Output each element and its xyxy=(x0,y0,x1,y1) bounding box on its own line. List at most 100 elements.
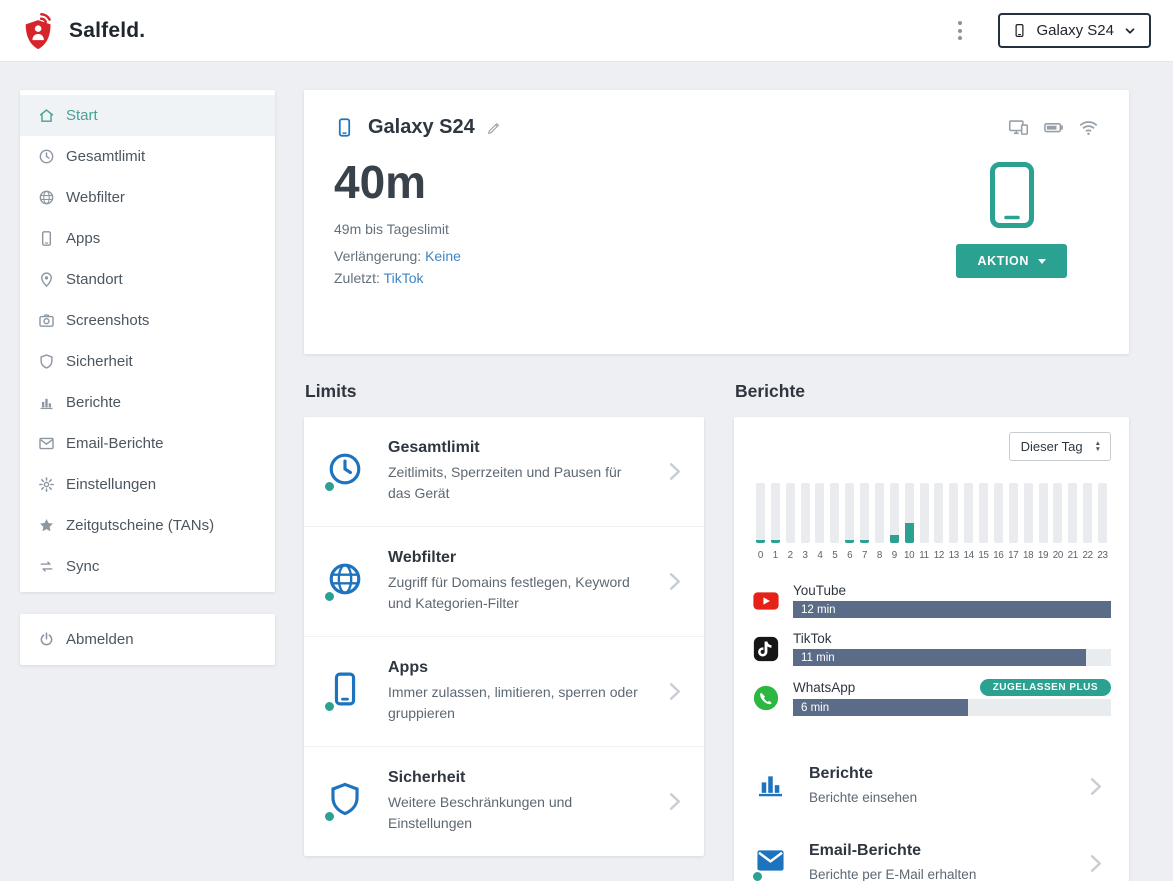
kebab-menu-button[interactable] xyxy=(950,15,970,46)
globe-icon xyxy=(326,560,366,604)
sidebar-item-label: Berichte xyxy=(66,394,121,411)
brand-logo: Salfeld. xyxy=(20,11,145,51)
hour-bar-20: 20 xyxy=(1051,483,1066,561)
report-link-berichte[interactable]: BerichteBerichte einsehen xyxy=(752,748,1111,825)
sidebar-item-screenshots[interactable]: Screenshots xyxy=(20,300,275,341)
envelope-icon xyxy=(38,435,55,452)
report-link-title: Email-Berichte xyxy=(809,842,976,860)
hour-bar-9: 9 xyxy=(887,483,902,561)
sidebar-item-email-berichte[interactable]: Email-Berichte xyxy=(20,423,275,464)
extension-link[interactable]: Keine xyxy=(425,248,461,264)
status-dot xyxy=(323,810,336,823)
chevron-right-icon xyxy=(661,788,688,815)
sidebar-item-label: Gesamtlimit xyxy=(66,148,145,165)
home-icon xyxy=(38,107,55,124)
sidebar-item-label: Sync xyxy=(66,558,99,575)
app-usage-row-whatsapp: WhatsAppZUGELASSEN PLUS6 min xyxy=(752,679,1111,716)
device-status-icons xyxy=(1008,117,1099,138)
usage-bar-track: 6 min xyxy=(793,699,1111,716)
sidebar-item-sync[interactable]: Sync xyxy=(20,546,275,587)
extension-line: Verlängerung: Keine Zuletzt: TikTok xyxy=(334,245,461,290)
top-bar: Salfeld. Galaxy S24 xyxy=(0,0,1173,62)
limit-item-sicherheit[interactable]: Sicherheit Weitere Beschränkungen und Ein… xyxy=(304,746,704,856)
report-link-email-berichte[interactable]: Email-BerichteBerichte per E-Mail erhalt… xyxy=(752,825,1111,881)
sidebar-item-gesamtlimit[interactable]: Gesamtlimit xyxy=(20,136,275,177)
select-arrows-icon: ▲▼ xyxy=(1095,441,1101,453)
sidebar-item-apps[interactable]: Apps xyxy=(20,218,275,259)
last-app-link[interactable]: TikTok xyxy=(384,270,424,286)
hour-bar-1: 1 xyxy=(768,483,783,561)
sidebar-item-label: Apps xyxy=(66,230,100,247)
period-select[interactable]: Dieser Tag ▲▼ xyxy=(1009,432,1111,461)
sidebar-item-abmelden[interactable]: Abmelden xyxy=(20,619,275,660)
tiktok-icon xyxy=(752,635,780,663)
limit-item-description: Weitere Beschränkungen und Einstellungen xyxy=(388,792,640,834)
reports-section-title: Berichte xyxy=(735,381,1129,402)
hour-bar-14: 14 xyxy=(961,483,976,561)
sidebar-item-berichte[interactable]: Berichte xyxy=(20,382,275,423)
phone-icon xyxy=(334,116,355,139)
usage-duration: 11 min xyxy=(793,652,835,664)
chevron-right-icon xyxy=(661,458,688,485)
hour-bar-8: 8 xyxy=(872,483,887,561)
camera-icon xyxy=(38,312,55,329)
hour-bar-13: 13 xyxy=(946,483,961,561)
sidebar-item-label: Einstellungen xyxy=(66,476,156,493)
sidebar-item-label: Screenshots xyxy=(66,312,149,329)
sidebar-item-standort[interactable]: Standort xyxy=(20,259,275,300)
hourly-usage-chart: 01234567891011121314151617181920212223 xyxy=(752,483,1111,561)
hour-bar-11: 11 xyxy=(917,483,932,561)
sidebar-item-label: Sicherheit xyxy=(66,353,133,370)
status-dot xyxy=(323,480,336,493)
phone-icon xyxy=(1012,22,1027,39)
globe-icon xyxy=(38,189,55,206)
hour-bar-12: 12 xyxy=(932,483,947,561)
sidebar-item-zeitgutscheine-tans[interactable]: Zeitgutscheine (TANs) xyxy=(20,505,275,546)
limit-item-description: Zugriff für Domains festlegen, Keyword u… xyxy=(388,572,640,614)
action-button[interactable]: AKTION xyxy=(956,244,1067,278)
shield-icon xyxy=(326,780,366,824)
hour-bar-16: 16 xyxy=(991,483,1006,561)
edit-device-name-button[interactable] xyxy=(486,120,502,136)
hour-bar-4: 4 xyxy=(813,483,828,561)
limit-item-description: Zeitlimits, Sperrzeiten und Pausen für d… xyxy=(388,462,640,504)
sidebar-item-webfilter[interactable]: Webfilter xyxy=(20,177,275,218)
sidebar: Start Gesamtlimit Webfilter Apps Standort Scr… xyxy=(20,90,275,881)
device-phone-graphic xyxy=(989,161,1035,229)
limits-card: GesamtlimitZeitlimits, Sperrzeiten und P… xyxy=(304,417,704,856)
battery-icon xyxy=(1043,117,1064,138)
device-selector-label: Galaxy S24 xyxy=(1036,22,1114,39)
clock-icon xyxy=(38,148,55,165)
caret-down-icon xyxy=(1038,259,1046,264)
device-card: Galaxy S24 40m 49m bis Tageslimit Verlän… xyxy=(304,90,1129,354)
period-select-value: Dieser Tag xyxy=(1021,439,1083,454)
hour-bar-19: 19 xyxy=(1036,483,1051,561)
chevron-right-icon xyxy=(1082,850,1109,877)
wifi-icon xyxy=(1078,117,1099,138)
limit-item-title: Sicherheit xyxy=(388,769,640,787)
limit-item-apps[interactable]: AppsImmer zulassen, limitieren, sperren … xyxy=(304,636,704,746)
limit-item-title: Webfilter xyxy=(388,549,640,567)
envelope-solid-icon xyxy=(754,844,790,881)
hour-bar-10: 10 xyxy=(902,483,917,561)
hour-bar-2: 2 xyxy=(783,483,798,561)
devices-icon xyxy=(1008,117,1029,138)
star-icon xyxy=(38,517,55,534)
limit-item-gesamtlimit[interactable]: GesamtlimitZeitlimits, Sperrzeiten und P… xyxy=(304,417,704,526)
sidebar-nav: Start Gesamtlimit Webfilter Apps Standort Scr… xyxy=(20,90,275,592)
sidebar-item-einstellungen[interactable]: Einstellungen xyxy=(20,464,275,505)
status-badge: ZUGELASSEN PLUS xyxy=(980,679,1111,696)
sidebar-item-sicherheit[interactable]: Sicherheit xyxy=(20,341,275,382)
sidebar-item-label: Standort xyxy=(66,271,123,288)
usage-bar-track: 12 min xyxy=(793,601,1111,618)
hour-bar-18: 18 xyxy=(1021,483,1036,561)
app-name: YouTube xyxy=(793,583,846,598)
limit-item-webfilter[interactable]: Webfilter Zugriff für Domains festlegen, … xyxy=(304,526,704,636)
chevron-right-icon xyxy=(1082,773,1109,800)
logout-label: Abmelden xyxy=(66,631,134,648)
brand-name: Salfeld. xyxy=(69,19,145,43)
limit-item-description: Immer zulassen, limitieren, sperren oder… xyxy=(388,682,640,724)
extension-label: Verlängerung: xyxy=(334,248,421,264)
sidebar-item-start[interactable]: Start xyxy=(20,95,275,136)
device-selector[interactable]: Galaxy S24 xyxy=(998,13,1151,48)
